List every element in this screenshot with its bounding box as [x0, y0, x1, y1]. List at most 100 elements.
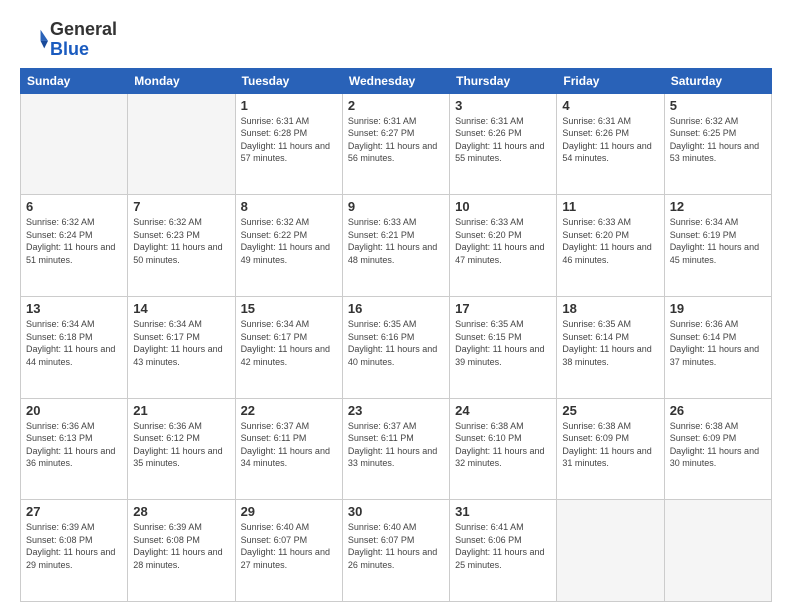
- calendar-cell: [557, 500, 664, 602]
- calendar-cell: 14 Sunrise: 6:34 AMSunset: 6:17 PMDayligh…: [128, 296, 235, 398]
- day-number: 2: [348, 98, 444, 113]
- day-info: Sunrise: 6:31 AMSunset: 6:26 PMDaylight:…: [562, 115, 658, 165]
- day-info: Sunrise: 6:31 AMSunset: 6:27 PMDaylight:…: [348, 115, 444, 165]
- day-info: Sunrise: 6:34 AMSunset: 6:18 PMDaylight:…: [26, 318, 122, 368]
- day-number: 26: [670, 403, 766, 418]
- day-info: Sunrise: 6:33 AMSunset: 6:21 PMDaylight:…: [348, 216, 444, 266]
- calendar-cell: 26 Sunrise: 6:38 AMSunset: 6:09 PMDayligh…: [664, 398, 771, 500]
- calendar-cell: 3 Sunrise: 6:31 AMSunset: 6:26 PMDaylight…: [450, 93, 557, 195]
- day-info: Sunrise: 6:38 AMSunset: 6:09 PMDaylight:…: [670, 420, 766, 470]
- day-number: 22: [241, 403, 337, 418]
- day-number: 23: [348, 403, 444, 418]
- day-number: 17: [455, 301, 551, 316]
- day-info: Sunrise: 6:40 AMSunset: 6:07 PMDaylight:…: [241, 521, 337, 571]
- day-number: 3: [455, 98, 551, 113]
- logo-general: General: [50, 20, 117, 40]
- day-number: 15: [241, 301, 337, 316]
- day-info: Sunrise: 6:32 AMSunset: 6:22 PMDaylight:…: [241, 216, 337, 266]
- calendar-cell: 13 Sunrise: 6:34 AMSunset: 6:18 PMDayligh…: [21, 296, 128, 398]
- header: General Blue: [20, 16, 772, 60]
- weekday-header-wednesday: Wednesday: [342, 68, 449, 93]
- week-row-3: 20 Sunrise: 6:36 AMSunset: 6:13 PMDayligh…: [21, 398, 772, 500]
- day-number: 6: [26, 199, 122, 214]
- calendar-cell: [664, 500, 771, 602]
- day-info: Sunrise: 6:36 AMSunset: 6:12 PMDaylight:…: [133, 420, 229, 470]
- calendar-cell: 27Sunrise: 6:39 AMSunset: 6:08 PMDayligh…: [21, 500, 128, 602]
- weekday-header-saturday: Saturday: [664, 68, 771, 93]
- day-number: 30: [348, 504, 444, 519]
- day-info: Sunrise: 6:37 AMSunset: 6:11 PMDaylight:…: [348, 420, 444, 470]
- day-info: Sunrise: 6:41 AMSunset: 6:06 PMDaylight:…: [455, 521, 551, 571]
- page: General Blue SundayMondayTuesdayWednesda…: [0, 0, 792, 612]
- day-number: 4: [562, 98, 658, 113]
- day-number: 27: [26, 504, 122, 519]
- day-number: 14: [133, 301, 229, 316]
- weekday-header-sunday: Sunday: [21, 68, 128, 93]
- calendar-cell: 31 Sunrise: 6:41 AMSunset: 6:06 PMDayligh…: [450, 500, 557, 602]
- calendar-cell: 29 Sunrise: 6:40 AMSunset: 6:07 PMDayligh…: [235, 500, 342, 602]
- day-info: Sunrise: 6:34 AMSunset: 6:17 PMDaylight:…: [241, 318, 337, 368]
- calendar-body: 1Sunrise: 6:31 AMSunset: 6:28 PMDaylight…: [21, 93, 772, 601]
- day-info: Sunrise: 6:36 AMSunset: 6:13 PMDaylight:…: [26, 420, 122, 470]
- day-info: Sunrise: 6:31 AMSunset: 6:28 PMDaylight:…: [241, 115, 337, 165]
- calendar-cell: [21, 93, 128, 195]
- day-number: 20: [26, 403, 122, 418]
- calendar-cell: 8 Sunrise: 6:32 AMSunset: 6:22 PMDaylight…: [235, 195, 342, 297]
- calendar-cell: 1Sunrise: 6:31 AMSunset: 6:28 PMDaylight…: [235, 93, 342, 195]
- day-info: Sunrise: 6:34 AMSunset: 6:19 PMDaylight:…: [670, 216, 766, 266]
- day-number: 8: [241, 199, 337, 214]
- day-number: 16: [348, 301, 444, 316]
- calendar-cell: 20 Sunrise: 6:36 AMSunset: 6:13 PMDayligh…: [21, 398, 128, 500]
- calendar-cell: 5 Sunrise: 6:32 AMSunset: 6:25 PMDaylight…: [664, 93, 771, 195]
- day-number: 12: [670, 199, 766, 214]
- logo: General Blue: [20, 20, 117, 60]
- weekday-header-monday: Monday: [128, 68, 235, 93]
- weekday-header-thursday: Thursday: [450, 68, 557, 93]
- day-info: Sunrise: 6:33 AMSunset: 6:20 PMDaylight:…: [455, 216, 551, 266]
- weekday-header-friday: Friday: [557, 68, 664, 93]
- day-number: 18: [562, 301, 658, 316]
- day-info: Sunrise: 6:39 AMSunset: 6:08 PMDaylight:…: [133, 521, 229, 571]
- week-row-1: 6 Sunrise: 6:32 AMSunset: 6:24 PMDaylight…: [21, 195, 772, 297]
- day-number: 13: [26, 301, 122, 316]
- day-number: 19: [670, 301, 766, 316]
- calendar-cell: 9 Sunrise: 6:33 AMSunset: 6:21 PMDaylight…: [342, 195, 449, 297]
- calendar-cell: 21 Sunrise: 6:36 AMSunset: 6:12 PMDayligh…: [128, 398, 235, 500]
- day-number: 21: [133, 403, 229, 418]
- calendar-cell: 18 Sunrise: 6:35 AMSunset: 6:14 PMDayligh…: [557, 296, 664, 398]
- calendar-cell: 23 Sunrise: 6:37 AMSunset: 6:11 PMDayligh…: [342, 398, 449, 500]
- day-info: Sunrise: 6:35 AMSunset: 6:16 PMDaylight:…: [348, 318, 444, 368]
- day-number: 25: [562, 403, 658, 418]
- calendar-cell: 28Sunrise: 6:39 AMSunset: 6:08 PMDayligh…: [128, 500, 235, 602]
- calendar-cell: 6 Sunrise: 6:32 AMSunset: 6:24 PMDaylight…: [21, 195, 128, 297]
- day-info: Sunrise: 6:37 AMSunset: 6:11 PMDaylight:…: [241, 420, 337, 470]
- day-number: 29: [241, 504, 337, 519]
- calendar-cell: 4 Sunrise: 6:31 AMSunset: 6:26 PMDaylight…: [557, 93, 664, 195]
- calendar-cell: 24Sunrise: 6:38 AMSunset: 6:10 PMDayligh…: [450, 398, 557, 500]
- day-number: 31: [455, 504, 551, 519]
- calendar-cell: 19Sunrise: 6:36 AMSunset: 6:14 PMDayligh…: [664, 296, 771, 398]
- logo-icon: [20, 26, 48, 54]
- day-info: Sunrise: 6:32 AMSunset: 6:24 PMDaylight:…: [26, 216, 122, 266]
- calendar-cell: 7 Sunrise: 6:32 AMSunset: 6:23 PMDaylight…: [128, 195, 235, 297]
- day-info: Sunrise: 6:35 AMSunset: 6:14 PMDaylight:…: [562, 318, 658, 368]
- day-number: 7: [133, 199, 229, 214]
- day-number: 5: [670, 98, 766, 113]
- day-info: Sunrise: 6:35 AMSunset: 6:15 PMDaylight:…: [455, 318, 551, 368]
- calendar-cell: 2 Sunrise: 6:31 AMSunset: 6:27 PMDaylight…: [342, 93, 449, 195]
- day-info: Sunrise: 6:32 AMSunset: 6:25 PMDaylight:…: [670, 115, 766, 165]
- day-info: Sunrise: 6:31 AMSunset: 6:26 PMDaylight:…: [455, 115, 551, 165]
- weekday-header-tuesday: Tuesday: [235, 68, 342, 93]
- calendar-cell: 12 Sunrise: 6:34 AMSunset: 6:19 PMDayligh…: [664, 195, 771, 297]
- day-info: Sunrise: 6:33 AMSunset: 6:20 PMDaylight:…: [562, 216, 658, 266]
- day-number: 24: [455, 403, 551, 418]
- day-info: Sunrise: 6:32 AMSunset: 6:23 PMDaylight:…: [133, 216, 229, 266]
- day-number: 10: [455, 199, 551, 214]
- logo-text: General Blue: [50, 20, 117, 60]
- calendar-table: SundayMondayTuesdayWednesdayThursdayFrid…: [20, 68, 772, 602]
- day-number: 9: [348, 199, 444, 214]
- day-info: Sunrise: 6:34 AMSunset: 6:17 PMDaylight:…: [133, 318, 229, 368]
- day-info: Sunrise: 6:38 AMSunset: 6:09 PMDaylight:…: [562, 420, 658, 470]
- calendar-cell: 25 Sunrise: 6:38 AMSunset: 6:09 PMDayligh…: [557, 398, 664, 500]
- weekday-header-row: SundayMondayTuesdayWednesdayThursdayFrid…: [21, 68, 772, 93]
